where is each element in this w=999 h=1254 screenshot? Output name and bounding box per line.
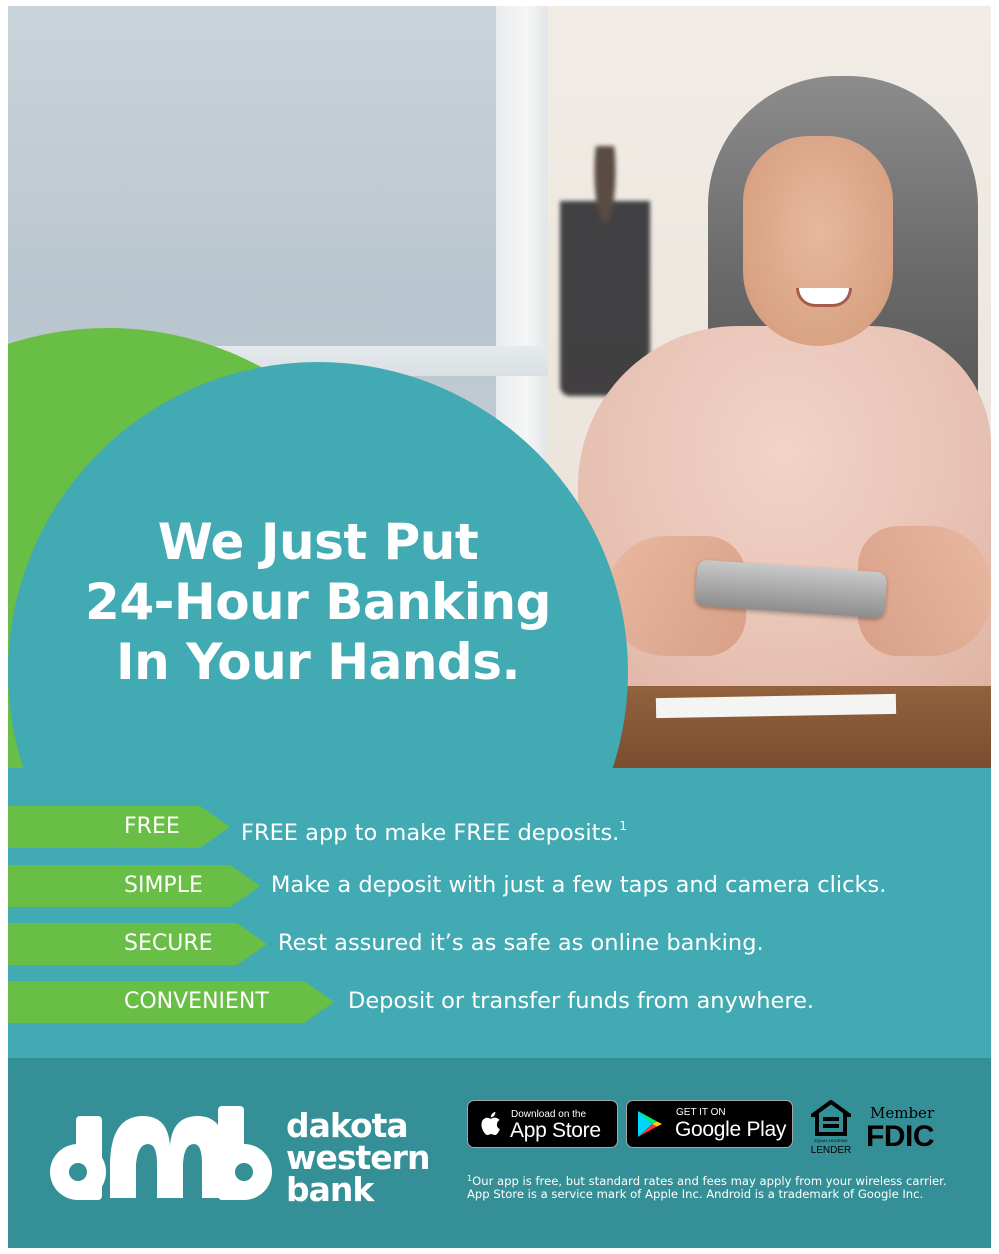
- footer: dakota western bank Download on the App …: [8, 1058, 991, 1248]
- feature-description: Deposit or transfer funds from anywhere.: [348, 988, 815, 1014]
- google-play-big-text: Google Play: [675, 1118, 787, 1141]
- google-play-small-text: GET IT ON: [676, 1107, 726, 1118]
- feature-row-convenient: CONVENIENT Deposit or transfer funds fro…: [8, 981, 991, 1023]
- feature-description: Rest assured it’s as safe as online bank…: [278, 930, 764, 956]
- headline-line-3: In Your Hands.: [116, 633, 520, 691]
- brand-name: dakota western bank: [286, 1109, 446, 1209]
- feature-row-secure: SECURE Rest assured it’s as safe as onli…: [8, 923, 991, 965]
- headline: We Just Put 24-Hour Banking In Your Hand…: [38, 512, 598, 692]
- background-person: [560, 146, 650, 396]
- app-store-badge[interactable]: Download on the App Store: [467, 1100, 618, 1148]
- poster: We Just Put 24-Hour Banking In Your Hand…: [8, 6, 991, 1248]
- equal-housing-lender-logo: EQUAL HOUSING LENDER: [806, 1100, 856, 1158]
- check-paper: [655, 693, 897, 719]
- feature-description-text: FREE app to make FREE deposits.: [241, 820, 620, 846]
- features-band: FREE FREE app to make FREE deposits.1 SI…: [8, 768, 991, 1058]
- feature-description: Make a deposit with just a few taps and …: [271, 872, 887, 898]
- equal-housing-icon: [811, 1100, 851, 1136]
- google-play-icon: [638, 1111, 662, 1137]
- headline-line-1: We Just Put: [157, 513, 479, 571]
- feature-tag: FREE: [8, 806, 230, 848]
- feature-tag: CONVENIENT: [8, 981, 334, 1023]
- disclaimer-text: Our app is free, but standard rates and …: [467, 1174, 947, 1201]
- feature-tag: SIMPLE: [8, 865, 260, 907]
- apple-icon: [481, 1112, 500, 1135]
- app-store-big-text: App Store: [510, 1119, 601, 1142]
- feature-tag: SECURE: [8, 923, 267, 965]
- disclaimer: 1Our app is free, but standard rates and…: [467, 1172, 967, 1201]
- dwb-logo-mark: [50, 1106, 272, 1200]
- brand-line-3: bank: [286, 1170, 374, 1209]
- feature-row-free: FREE FREE app to make FREE deposits.1: [8, 806, 991, 848]
- feature-row-simple: SIMPLE Make a deposit with just a few ta…: [8, 865, 991, 907]
- fdic-logo: FDIC: [866, 1120, 935, 1153]
- footnote-mark: 1: [619, 819, 627, 833]
- feature-description: FREE app to make FREE deposits.1: [241, 806, 627, 848]
- headline-line-2: 24-Hour Banking: [85, 573, 551, 631]
- equal-housing-tiny-text: EQUAL HOUSING: [814, 1138, 848, 1143]
- equal-housing-label: LENDER: [810, 1145, 852, 1156]
- google-play-badge[interactable]: GET IT ON Google Play: [626, 1100, 793, 1148]
